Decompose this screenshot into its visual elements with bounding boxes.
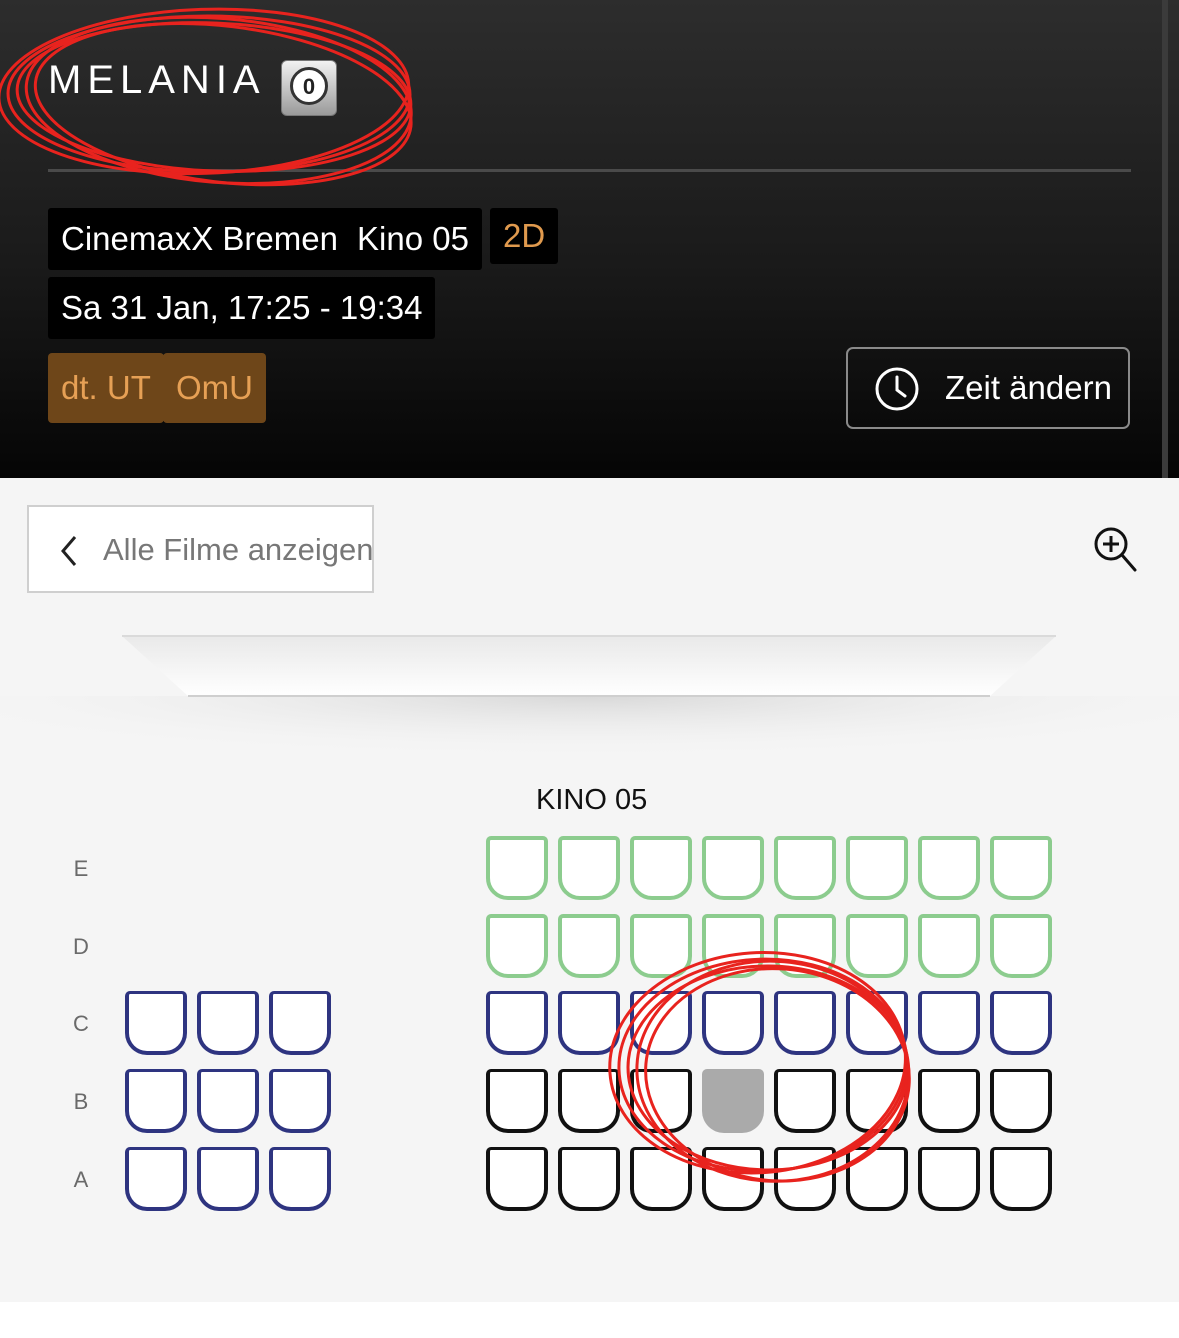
seat-e-right-3[interactable] [630,836,692,900]
seat-a-right-3[interactable] [630,1147,692,1211]
header-divider [48,169,1131,172]
row-label-b: B [73,1089,89,1114]
format-chip: 2D [490,208,559,264]
seat-c-right-2[interactable] [558,991,620,1055]
seat-c-right-4[interactable] [702,991,764,1055]
seat-e-right-4[interactable] [702,836,764,900]
seat-e-right-2[interactable] [558,836,620,900]
seat-a-right-5[interactable] [774,1147,836,1211]
change-time-button[interactable]: Zeit ändern [846,347,1130,429]
change-time-label: Zeit ändern [945,369,1112,406]
row-label-e: E [73,856,89,881]
all-movies-label: Alle Filme anzeigen [103,532,374,567]
seat-d-right-1[interactable] [486,914,548,978]
datetime-chip: Sa 31 Jan, 17:25 - 19:34 [48,277,436,339]
bottom-strip [0,1302,1179,1338]
hall-chip: Kino 05 [344,208,482,270]
seat-c-left-3[interactable] [269,991,331,1055]
cinema-chip: CinemaxX Bremen [48,208,351,270]
seat-b-right-1[interactable] [486,1069,548,1133]
rating-value: 0 [290,67,328,105]
seat-e-right-7[interactable] [918,836,980,900]
seat-d-right-7[interactable] [918,914,980,978]
fsk-0-rating-icon: 0 [281,60,337,116]
clock-icon [875,367,919,411]
seat-a-right-6[interactable] [846,1147,908,1211]
seat-e-right-6[interactable] [846,836,908,900]
seat-a-right-2[interactable] [558,1147,620,1211]
seat-a-left-1[interactable] [125,1147,187,1211]
seat-c-left-1[interactable] [125,991,187,1055]
seat-c-right-7[interactable] [918,991,980,1055]
movie-title: MELANIA [48,58,266,102]
all-movies-button[interactable]: Alle Filme anzeigen [27,505,374,593]
seat-c-left-2[interactable] [197,991,259,1055]
seat-a-right-8[interactable] [990,1147,1052,1211]
row-label-d: D [73,934,89,959]
seat-e-right-8[interactable] [990,836,1052,900]
chevron-left-icon [61,536,77,566]
seat-a-right-7[interactable] [918,1147,980,1211]
seat-c-right-1[interactable] [486,991,548,1055]
hall-name: KINO 05 [536,784,648,816]
seat-c-right-8[interactable] [990,991,1052,1055]
seat-e-right-1[interactable] [486,836,548,900]
seat-b-left-3[interactable] [269,1069,331,1133]
seat-b-right-5[interactable] [774,1069,836,1133]
seat-d-right-3[interactable] [630,914,692,978]
seat-b-left-2[interactable] [197,1069,259,1133]
seat-b-right-4-taken [702,1069,764,1133]
row-label-a: A [73,1167,89,1192]
seat-b-right-2[interactable] [558,1069,620,1133]
seat-c-right-5[interactable] [774,991,836,1055]
tag-omu: OmU [163,353,266,423]
seat-d-right-8[interactable] [990,914,1052,978]
seat-d-right-4[interactable] [702,914,764,978]
seat-a-right-4[interactable] [702,1147,764,1211]
seat-d-right-5[interactable] [774,914,836,978]
seat-d-right-2[interactable] [558,914,620,978]
tag-subtitles: dt. UT [48,353,164,423]
seat-a-right-1[interactable] [486,1147,548,1211]
seat-a-left-3[interactable] [269,1147,331,1211]
row-label-c: C [73,1011,89,1036]
seat-c-right-6[interactable] [846,991,908,1055]
cinema-screen [0,635,1179,800]
zoom-in-icon[interactable] [1092,525,1138,573]
seat-d-right-6[interactable] [846,914,908,978]
seat-b-right-8[interactable] [990,1069,1052,1133]
seat-b-right-3[interactable] [630,1069,692,1133]
seat-c-right-3[interactable] [630,991,692,1055]
seat-b-right-6[interactable] [846,1069,908,1133]
seat-e-right-5[interactable] [774,836,836,900]
seat-b-left-1[interactable] [125,1069,187,1133]
seat-b-right-7[interactable] [918,1069,980,1133]
seat-a-left-2[interactable] [197,1147,259,1211]
scrollbar[interactable] [1162,0,1168,478]
